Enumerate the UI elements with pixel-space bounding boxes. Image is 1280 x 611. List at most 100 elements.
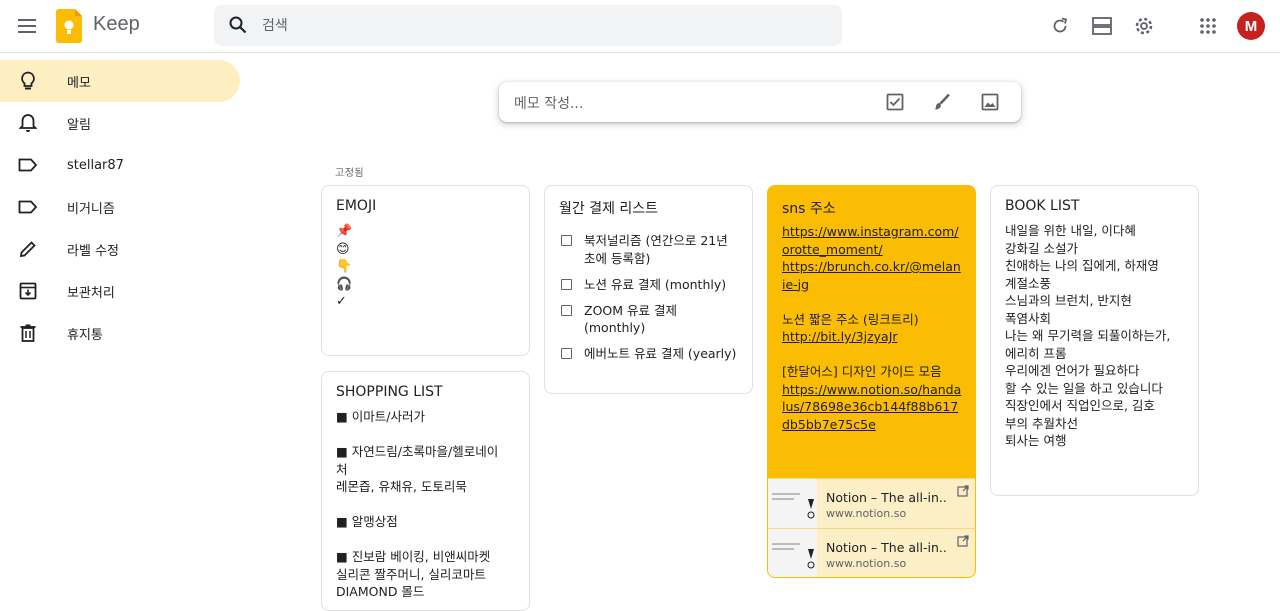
note-body: 내일을 위한 내일, 이다혜 강화길 소설가 친애하는 나의 집에게, 하재영 … [1005,222,1190,450]
sidebar-item-label-veganism[interactable]: 비거니즘 [0,186,240,228]
link-url: www.notion.so [826,557,907,570]
note-line: 레몬즙, 유채유, 도토리묵 [336,479,467,494]
refresh-button[interactable] [1040,6,1080,46]
notion-link[interactable]: https://www.notion.so/handalus/78698e36c… [782,382,961,432]
open-external-icon[interactable] [957,535,969,547]
new-image-button[interactable] [974,86,1006,118]
note-line: 퇴사는 여행 [1005,433,1067,448]
list-view-icon [1092,17,1112,35]
note-monthly-payments[interactable]: 월간 결제 리스트 북저널리즘 (연간으로 21년 초에 등록함) 노션 유료 … [544,185,753,394]
note-body: https://www.instagram.com/orotte_moment/… [782,223,964,433]
checkbox[interactable] [561,278,572,290]
hamburger-icon [18,19,36,33]
note-line: 노션 짧은 주소 (링크트리) [782,311,919,327]
note-line: 강화길 소설가 [1005,240,1078,256]
pencil-icon [16,237,40,261]
brush-icon [935,93,950,110]
checkbox-icon [886,93,904,111]
label-icon [16,195,40,219]
main-menu-button[interactable] [8,6,48,46]
checkbox[interactable] [561,235,572,246]
sidebar-item-notes[interactable]: 메모 [0,60,240,102]
settings-button[interactable] [1124,6,1164,46]
note-line: 나는 왜 무기력을 되풀이하는가, [1005,328,1171,343]
note-shopping-list[interactable]: SHOPPING LIST ■ 이마트/사러가 ■ 자연드림/초록마을/헬로네이… [321,371,530,611]
note-line: DIAMOND 몰드 [336,584,425,599]
note-line: 부의 추월차선 [1005,415,1078,431]
new-drawing-button[interactable] [926,86,958,118]
note-line: 친애하는 나의 집에게, 하재영 [1005,258,1159,273]
note-composer[interactable]: 메모 작성... [499,82,1021,122]
search-bar[interactable] [214,5,842,46]
note-line: 직장인에서 직업인으로, 김호 [1005,398,1155,413]
link-title: Notion – The all-in... [826,490,946,505]
keep-logo-icon [56,9,82,43]
bell-icon [16,111,40,135]
apps-button[interactable] [1188,6,1228,46]
open-external-icon[interactable] [957,485,969,497]
sidebar-item-trash[interactable]: 휴지통 [0,312,240,354]
note-body: ■ 이마트/사러가 ■ 자연드림/초록마을/헬로네이 처 레몬즙, 유채유, 도… [336,408,521,601]
note-line: 계절소풍 [1005,275,1052,291]
apps-grid-icon [1200,18,1216,34]
note-sns-addresses[interactable]: sns 주소 https://www.instagram.com/orotte_… [767,185,976,578]
top-bar: Keep M [0,0,1280,53]
sidebar-item-label: stellar87 [67,157,124,173]
link-preview-card[interactable]: Notion – The all-in... www.notion.so [768,528,975,577]
archive-icon [16,279,40,303]
note-title: EMOJI [336,198,377,214]
note-title: 월간 결제 리스트 [559,201,659,217]
gear-icon [1135,17,1153,35]
link-thumbnail [768,479,817,528]
sidebar-item-archive[interactable]: 보관처리 [0,270,240,312]
sidebar: 메모 알림 stellar87 비거니즘 라벨 수정 보관처리 휴지통 [0,60,280,354]
note-line: ■ 자연드림/초록마을/헬로네이 [336,444,499,459]
note-line: 폭염사회 [1005,310,1052,326]
sidebar-item-label-stellar87[interactable]: stellar87 [0,144,240,186]
sidebar-item-label: 라벨 수정 [67,243,119,259]
search-icon [229,16,247,34]
composer-placeholder[interactable]: 메모 작성... [514,93,583,113]
checkbox[interactable] [561,348,572,359]
checklist-item[interactable]: ZOOM 유료 결제 (monthly) [559,302,739,337]
note-emoji[interactable]: EMOJI 📌 😊 👇 🎧 ✓ [321,185,530,356]
list-view-button[interactable] [1082,6,1122,46]
trash-icon [16,321,40,345]
link-url: www.notion.so [826,507,907,520]
checklist: 북저널리즘 (연간으로 21년 초에 등록함) 노션 유료 결제 (monthl… [559,232,739,371]
sidebar-item-label: 메모 [67,75,91,91]
checklist-item[interactable]: 북저널리즘 (연간으로 21년 초에 등록함) [559,232,739,267]
checklist-item-text: 노션 유료 결제 (monthly) [584,276,727,292]
link-preview-card[interactable]: Notion – The all-in... www.notion.so [768,478,975,528]
note-line: 할 수 있는 일을 하고 있습니다 [1005,380,1163,396]
note-line: 내일을 위한 내일, 이다혜 [1005,223,1136,238]
checklist-item[interactable]: 에버노트 유료 결제 (yearly) [559,345,739,363]
linktree-link[interactable]: http://bit.ly/3jzyaJr [782,329,898,344]
note-book-list[interactable]: BOOK LIST 내일을 위한 내일, 이다혜 강화길 소설가 친애하는 나의… [990,185,1199,496]
checklist-item-text: ZOOM 유료 결제 (monthly) [584,302,677,336]
search-input[interactable] [262,5,822,46]
refresh-icon [1053,17,1068,33]
new-list-button[interactable] [879,86,911,118]
sidebar-item-label: 알림 [67,117,91,133]
search-button[interactable] [218,5,258,45]
emoji-point-down: 👇 [336,259,353,274]
instagram-link[interactable]: https://www.instagram.com/orotte_moment/ [782,224,959,257]
checklist-item[interactable]: 노션 유료 결제 (monthly) [559,276,739,294]
note-line [336,496,521,514]
note-line: 에리히 프롬 [1005,345,1067,361]
sidebar-item-edit-labels[interactable]: 라벨 수정 [0,228,240,270]
checkbox[interactable] [561,304,572,316]
note-title: BOOK LIST [1005,198,1080,214]
avatar[interactable]: M [1237,12,1265,40]
sidebar-item-reminders[interactable]: 알림 [0,102,240,144]
note-line [336,426,521,444]
brunch-link[interactable]: https://brunch.co.kr/@melanie-jg [782,259,961,292]
pinned-section-label: 고정됨 [335,168,365,179]
app-name: Keep [93,13,140,35]
link-title: Notion – The all-in... [826,540,946,555]
link-thumbnail [768,529,817,577]
note-line: 실리콘 짤주머니, 실리코마트 [336,566,486,582]
emoji-pushpin: 📌 [336,224,353,239]
lightbulb-icon [16,69,40,93]
